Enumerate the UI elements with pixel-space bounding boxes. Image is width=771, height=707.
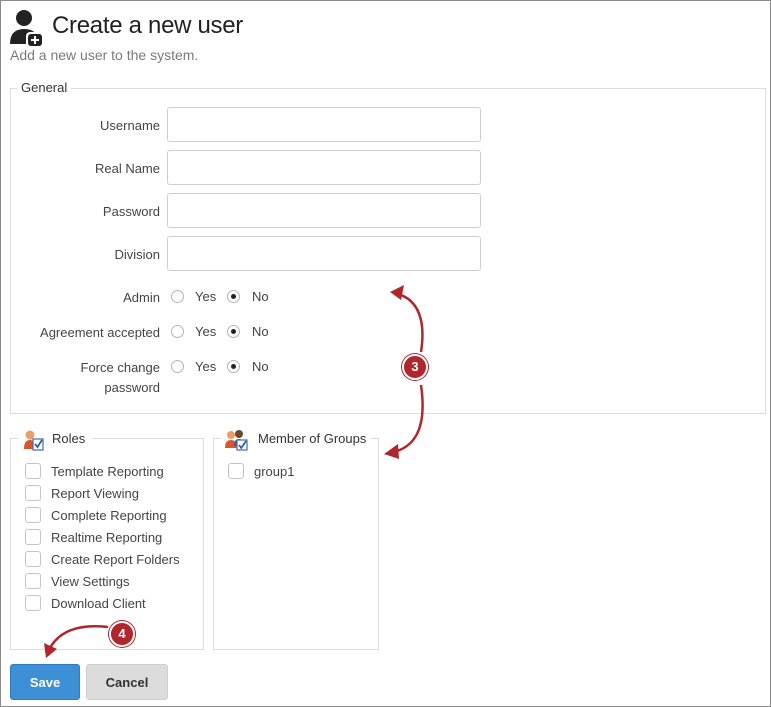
step-3-badge: 3 bbox=[402, 354, 428, 380]
annotation-arrows bbox=[44, 285, 424, 658]
step-4-badge: 4 bbox=[109, 621, 135, 647]
